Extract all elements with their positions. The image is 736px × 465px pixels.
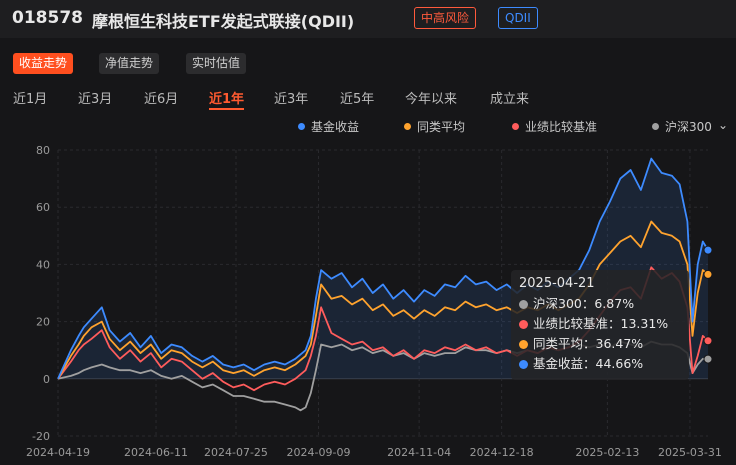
legend-fund-dot xyxy=(298,123,305,130)
period-3y[interactable]: 近3年 xyxy=(274,88,308,107)
y-tick-label-1: 0 xyxy=(43,373,50,386)
period-ytd[interactable]: 今年以来 xyxy=(405,88,457,107)
legend-chevron-down-icon[interactable]: ⌄ xyxy=(718,118,728,132)
tooltip-text-hs300: 沪深300：6.87% xyxy=(533,296,635,311)
period-6m[interactable]: 近6月 xyxy=(144,88,178,107)
legend-benchmark-dot xyxy=(512,123,519,130)
tooltip-row-peer: 同类平均：36.47% xyxy=(519,334,681,354)
tooltip-dot-hs300 xyxy=(519,300,528,309)
tooltip-row-fund: 基金收益：44.66% xyxy=(519,354,681,374)
legend-hs300[interactable]: 沪深300 xyxy=(652,118,712,135)
tab-nav-trend[interactable]: 净值走势 xyxy=(99,53,160,74)
legend-peer-dot xyxy=(404,123,411,130)
tooltip-dot-peer xyxy=(519,340,528,349)
legend-fund[interactable]: 基金收益 xyxy=(298,118,359,135)
legend-fund-label: 基金收益 xyxy=(311,120,360,134)
x-tick-label-1: 2024-06-11 xyxy=(124,446,188,459)
y-tick-label-2: 20 xyxy=(36,316,50,329)
tooltip-dot-benchmark xyxy=(519,320,528,329)
fund-code: 018578 xyxy=(12,8,83,28)
series-endpoint-benchmark xyxy=(703,336,713,346)
x-tick-label-6: 2025-02-13 xyxy=(575,446,639,459)
period-1m[interactable]: 近1月 xyxy=(13,88,47,107)
qdii-badge: QDII xyxy=(498,7,538,29)
period-1y[interactable]: 近1年 xyxy=(209,88,245,110)
tooltip-text-peer: 同类平均：36.47% xyxy=(533,336,644,351)
tooltip-row-hs300: 沪深300：6.87% xyxy=(519,294,681,314)
series-endpoint-peer xyxy=(703,269,713,279)
tab-realtime-estimate[interactable]: 实时估值 xyxy=(186,53,247,74)
tab-return-trend[interactable]: 收益走势 xyxy=(13,53,74,74)
x-tick-label-3: 2024-09-09 xyxy=(287,446,351,459)
series-endpoint-hs300 xyxy=(703,354,713,364)
y-tick-label-5: 80 xyxy=(36,144,50,157)
tooltip-text-fund: 基金收益：44.66% xyxy=(533,356,644,371)
legend-hs300-dot xyxy=(652,123,659,130)
x-tick-label-7: 2025-03-31 xyxy=(658,446,722,459)
y-tick-label-4: 60 xyxy=(36,201,50,214)
legend-benchmark-label: 业绩比较基准 xyxy=(525,120,598,134)
fund-name: 摩根恒生科技ETF发起式联接(QDII) xyxy=(92,12,355,31)
x-tick-label-5: 2024-12-18 xyxy=(470,446,534,459)
risk-badge: 中高风险 xyxy=(414,7,477,29)
x-tick-label-0: 2024-04-19 xyxy=(26,446,90,459)
y-tick-label-0: -20 xyxy=(32,430,50,443)
legend-peer-label: 同类平均 xyxy=(417,120,466,134)
tooltip-row-benchmark: 业绩比较基准：13.31% xyxy=(519,314,681,334)
header-bar: 018578 摩根恒生科技ETF发起式联接(QDII) 中高风险 QDII xyxy=(0,0,736,38)
period-3m[interactable]: 近3月 xyxy=(78,88,112,107)
series-endpoint-fund xyxy=(703,245,713,255)
tooltip-dot-fund xyxy=(519,360,528,369)
period-since-inception[interactable]: 成立来 xyxy=(490,88,529,107)
tooltip-date: 2025-04-21 xyxy=(519,276,595,291)
legend-peer[interactable]: 同类平均 xyxy=(404,118,465,135)
x-tick-label-2: 2024-07-25 xyxy=(204,446,268,459)
legend-hs300-label: 沪深300 xyxy=(665,120,712,134)
x-tick-label-4: 2024-11-04 xyxy=(387,446,451,459)
period-5y[interactable]: 近5年 xyxy=(340,88,374,107)
y-tick-label-3: 40 xyxy=(36,258,50,271)
legend-benchmark[interactable]: 业绩比较基准 xyxy=(512,118,597,135)
chart-tooltip: 2025-04-21 沪深300：6.87% 业绩比较基准：13.31% 同类平… xyxy=(511,270,689,380)
tooltip-text-benchmark: 业绩比较基准：13.31% xyxy=(533,316,669,331)
